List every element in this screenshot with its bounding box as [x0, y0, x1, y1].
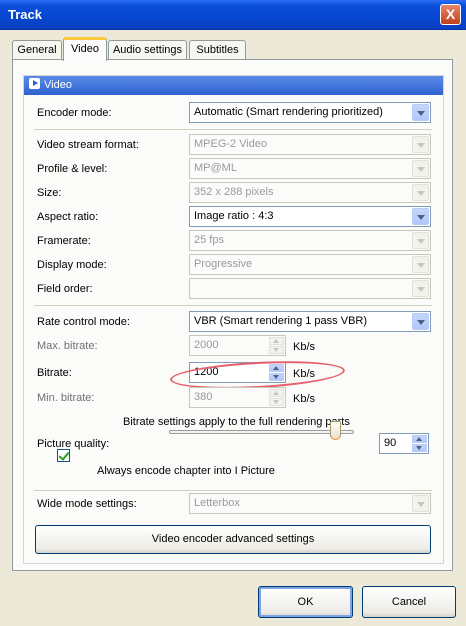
chevron-down-icon[interactable] — [412, 495, 429, 512]
aspect-ratio-label: Aspect ratio: — [37, 211, 99, 223]
encoder-mode-select[interactable]: Automatic (Smart rendering prioritized) — [189, 102, 431, 123]
spin-down-icon[interactable] — [269, 398, 284, 406]
max-bitrate-spinner[interactable]: 2000 — [189, 335, 286, 356]
video-stream-format-label: Video stream format: — [37, 139, 139, 151]
size-select[interactable]: 352 x 288 pixels — [189, 182, 431, 203]
divider — [34, 490, 432, 491]
field-order-select[interactable] — [189, 278, 431, 299]
chevron-down-icon[interactable] — [412, 313, 429, 330]
size-label: Size: — [37, 187, 62, 199]
min-bitrate-value: 380 — [194, 391, 213, 403]
chevron-down-icon[interactable] — [412, 232, 429, 249]
max-bitrate-value: 2000 — [194, 339, 219, 351]
wide-mode-select[interactable]: Letterbox — [189, 493, 431, 514]
tab-video[interactable]: Video — [63, 37, 107, 61]
tab-general[interactable]: General — [12, 40, 62, 60]
chevron-down-icon[interactable] — [412, 136, 429, 153]
divider — [34, 305, 432, 306]
picture-quality-track[interactable] — [169, 430, 354, 434]
rate-control-mode-value: VBR (Smart rendering 1 pass VBR) — [194, 315, 368, 327]
chapter-checkbox-label[interactable]: Always encode chapter into I Picture — [97, 465, 275, 477]
profile-level-select[interactable]: MP@ML — [189, 158, 431, 179]
arrow-right-icon — [29, 78, 40, 89]
rate-control-mode-label: Rate control mode: — [37, 316, 130, 328]
size-value: 352 x 288 pixels — [194, 186, 274, 198]
picture-quality-thumb[interactable] — [330, 421, 341, 440]
chevron-down-icon[interactable] — [412, 208, 429, 225]
group-header: Video — [24, 76, 443, 95]
tab-audio-settings[interactable]: Audio settings — [108, 40, 187, 60]
spin-up-icon[interactable] — [269, 389, 284, 397]
chevron-down-icon[interactable] — [412, 256, 429, 273]
min-bitrate-label: Min. bitrate: — [37, 392, 95, 404]
framerate-label: Framerate: — [37, 235, 91, 247]
framerate-value: 25 fps — [194, 234, 224, 246]
close-button[interactable]: X — [440, 4, 461, 25]
rate-control-mode-select[interactable]: VBR (Smart rendering 1 pass VBR) — [189, 311, 431, 332]
chapter-checkbox[interactable] — [57, 449, 70, 462]
encoder-mode-label: Encoder mode: — [37, 107, 112, 119]
spin-up-icon[interactable] — [269, 337, 284, 345]
profile-level-value: MP@ML — [194, 162, 237, 174]
chevron-down-icon[interactable] — [412, 104, 429, 121]
title-bar[interactable]: Track X — [0, 0, 466, 30]
aspect-ratio-select[interactable]: Image ratio : 4:3 — [189, 206, 431, 227]
display-mode-label: Display mode: — [37, 259, 107, 271]
bitrate-label: Bitrate: — [37, 367, 72, 379]
group-title: Video — [44, 79, 72, 91]
spin-up-icon[interactable] — [412, 435, 427, 443]
chevron-down-icon[interactable] — [412, 184, 429, 201]
profile-level-label: Profile & level: — [37, 163, 108, 175]
divider — [34, 129, 432, 130]
spin-down-icon[interactable] — [412, 444, 427, 452]
track-dialog: Track X General Video Audio settings Sub… — [0, 0, 466, 626]
video-stream-format-value: MPEG-2 Video — [194, 138, 268, 150]
ok-button[interactable]: OK — [258, 586, 353, 618]
field-order-label: Field order: — [37, 283, 93, 295]
display-mode-value: Progressive — [194, 258, 253, 270]
min-bitrate-spinner[interactable]: 380 — [189, 387, 286, 408]
wide-mode-label: Wide mode settings: — [37, 498, 137, 510]
chevron-down-icon[interactable] — [412, 160, 429, 177]
picture-quality-value: 90 — [384, 437, 397, 449]
max-bitrate-unit: Kb/s — [293, 341, 316, 353]
framerate-select[interactable]: 25 fps — [189, 230, 431, 251]
min-bitrate-unit: Kb/s — [293, 393, 316, 405]
chevron-down-icon[interactable] — [412, 280, 429, 297]
spin-down-icon[interactable] — [269, 346, 284, 354]
video-stream-format-select[interactable]: MPEG-2 Video — [189, 134, 431, 155]
close-icon: X — [445, 6, 456, 22]
max-bitrate-label: Max. bitrate: — [37, 340, 98, 352]
picture-quality-label: Picture quality: — [37, 438, 110, 450]
tab-subtitles[interactable]: Subtitles — [189, 40, 246, 60]
window-title: Track — [8, 7, 42, 22]
picture-quality-spinner[interactable]: 90 — [379, 433, 429, 454]
display-mode-select[interactable]: Progressive — [189, 254, 431, 275]
bitrate-note: Bitrate settings apply to the full rende… — [123, 416, 350, 428]
cancel-button[interactable]: Cancel — [362, 586, 456, 618]
aspect-ratio-value: Image ratio : 4:3 — [194, 210, 274, 222]
advanced-settings-button[interactable]: Video encoder advanced settings — [35, 525, 431, 554]
wide-mode-value: Letterbox — [194, 497, 240, 509]
encoder-mode-value: Automatic (Smart rendering prioritized) — [194, 106, 383, 118]
